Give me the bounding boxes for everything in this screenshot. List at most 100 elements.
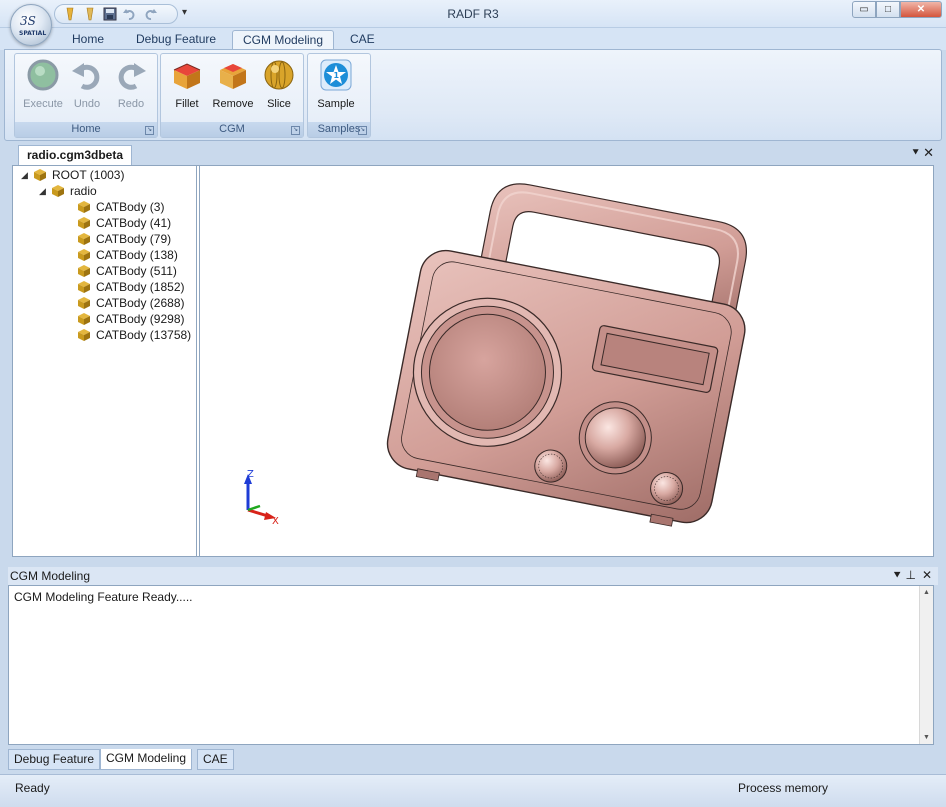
group-cgm: Fillet Remove Slice CGM ↘: [160, 53, 304, 138]
group-home-launcher[interactable]: ↘: [145, 126, 154, 135]
tree-node-catbody[interactable]: CATBody (9298): [77, 311, 184, 327]
tree-node-catbody[interactable]: CATBody (2688): [77, 295, 184, 311]
tree-node-catbody[interactable]: CATBody (511): [77, 263, 177, 279]
body-cube-icon: [78, 249, 90, 261]
remove-button[interactable]: Remove: [211, 56, 255, 112]
tree-node-catbody[interactable]: CATBody (13758): [77, 327, 191, 343]
tree-node-label: CATBody (3): [96, 200, 165, 214]
tab-cgm-modeling[interactable]: CGM Modeling: [232, 30, 335, 51]
expand-toggle-icon[interactable]: ◢: [21, 167, 33, 183]
tree-node-label: CATBody (41): [96, 216, 172, 230]
expand-toggle-icon[interactable]: ◢: [39, 183, 51, 199]
svg-text:1: 1: [334, 71, 340, 80]
output-scrollbar[interactable]: ▲ ▼: [919, 586, 933, 744]
bottom-tab-strip: Debug Feature CGM Modeling CAE: [8, 748, 938, 770]
redo-button[interactable]: Redo: [109, 56, 153, 112]
undo-label: Undo: [73, 98, 101, 110]
tree-node-label: CATBody (13758): [96, 328, 192, 342]
slice-label: Slice: [267, 98, 291, 110]
panel-close-icon[interactable]: ✕: [922, 568, 932, 582]
slice-sphere-icon: [264, 60, 294, 90]
body-cube-icon: [52, 185, 64, 197]
fillet-button[interactable]: Fillet: [165, 56, 209, 112]
output-message: CGM Modeling Feature Ready.....: [14, 590, 193, 604]
group-home: Execute Undo Redo Home ↘: [14, 53, 158, 138]
3d-viewport[interactable]: Z X: [199, 166, 933, 556]
body-cube-icon: [78, 297, 90, 309]
ribbon-panel: Execute Undo Redo Home ↘ Fillet Remove S…: [4, 49, 942, 141]
radio-model[interactable]: Z X: [200, 166, 934, 556]
tree-node-catbody[interactable]: CATBody (3): [77, 199, 164, 215]
tree-node-catbody[interactable]: CATBody (79): [77, 231, 171, 247]
close-button[interactable]: ✕: [900, 1, 942, 18]
scroll-down-icon[interactable]: ▼: [923, 734, 930, 741]
document-area: ◢ ROOT (1003) ◢ radio CATBody (3) CATBody…: [12, 165, 934, 557]
spatial-logo-icon: 3S SPATIAL: [19, 14, 46, 37]
slice-button[interactable]: Slice: [257, 56, 301, 112]
tree-node-radio[interactable]: ◢ radio: [39, 183, 97, 199]
tab-cae[interactable]: CAE: [340, 30, 385, 51]
body-cube-icon: [78, 201, 90, 213]
bottom-tab-debug-feature[interactable]: Debug Feature: [8, 749, 101, 770]
execute-icon: [27, 59, 59, 91]
undo-arrow-icon: [72, 63, 100, 90]
group-cgm-label: CGM: [161, 122, 303, 137]
sample-button[interactable]: 1 Sample: [314, 56, 358, 112]
fillet-cube-icon: [173, 63, 201, 89]
body-cube-icon: [78, 233, 90, 245]
model-tree: ◢ ROOT (1003) ◢ radio CATBody (3) CATBody…: [13, 166, 197, 556]
group-samples-launcher[interactable]: ↘: [358, 126, 367, 135]
body-cube-icon: [78, 265, 90, 277]
tree-node-label: radio: [70, 184, 97, 198]
tab-debug-feature[interactable]: Debug Feature: [126, 30, 226, 51]
window-title: RADF R3: [447, 7, 499, 21]
execute-button[interactable]: Execute: [21, 56, 65, 112]
group-samples: 1 Sample Samples ↘: [307, 53, 371, 138]
document-list-dropdown-icon[interactable]: ⯆: [911, 147, 920, 160]
tab-home[interactable]: Home: [62, 30, 114, 51]
body-cube-icon: [78, 217, 90, 229]
redo-arrow-icon: [118, 63, 146, 90]
window-controls: ▭ □ ✕: [852, 1, 942, 18]
tree-node-label: CATBody (138): [96, 248, 178, 262]
fillet-label: Fillet: [175, 98, 199, 110]
bottom-tab-cgm-modeling[interactable]: CGM Modeling: [100, 749, 193, 770]
output-panel: CGM Modeling Feature Ready..... ▲ ▼: [8, 585, 934, 745]
status-bar: Ready Process memory: [0, 774, 946, 807]
logo-3ds-mark: 3S: [20, 14, 36, 28]
pin-icon[interactable]: ⊥: [906, 568, 916, 582]
document-tab[interactable]: radio.cgm3dbeta: [18, 145, 133, 165]
tree-node-label: CATBody (9298): [96, 312, 185, 326]
ribbon-tab-strip: Home Debug Feature CGM Modeling CAE: [0, 28, 946, 51]
panel-menu-dropdown-icon[interactable]: ⯆: [892, 568, 902, 583]
group-cgm-launcher[interactable]: ↘: [291, 126, 300, 135]
sample-label: Sample: [317, 98, 355, 110]
document-close-icon[interactable]: ✕: [923, 145, 934, 161]
process-memory-label: Process memory: [738, 781, 829, 795]
bottom-tab-cae[interactable]: CAE: [197, 749, 234, 770]
axis-x-label: X: [272, 516, 279, 527]
minimize-button[interactable]: ▭: [852, 1, 876, 18]
sample-star-icon: 1: [320, 59, 352, 91]
tree-node-catbody[interactable]: CATBody (138): [77, 247, 178, 263]
application-menu-button[interactable]: 3S SPATIAL: [10, 4, 52, 46]
tree-node-catbody[interactable]: CATBody (41): [77, 215, 171, 231]
output-panel-header: CGM Modeling ⯆ ⊥ ✕: [8, 567, 938, 585]
document-tab-bar: radio.cgm3dbeta ⯆ ✕: [4, 144, 942, 165]
tree-node-catbody[interactable]: CATBody (1852): [77, 279, 184, 295]
undo-button[interactable]: Undo: [65, 56, 109, 112]
body-cube-icon: [34, 169, 46, 181]
status-text: Ready: [15, 781, 50, 795]
group-samples-label-text: Samples: [317, 123, 361, 135]
maximize-button[interactable]: □: [876, 1, 900, 18]
tree-node-label: CATBody (79): [96, 232, 172, 246]
axis-triad: Z X: [244, 469, 279, 527]
logo-text: SPATIAL: [19, 30, 46, 37]
output-panel-title: CGM Modeling: [10, 569, 91, 583]
execute-label: Execute: [23, 98, 63, 110]
body-cube-icon: [78, 281, 90, 293]
scroll-up-icon[interactable]: ▲: [923, 589, 930, 596]
tree-node-label: CATBody (1852): [96, 280, 185, 294]
tree-node-root[interactable]: ◢ ROOT (1003): [21, 167, 124, 183]
remove-cube-icon: [220, 64, 246, 89]
